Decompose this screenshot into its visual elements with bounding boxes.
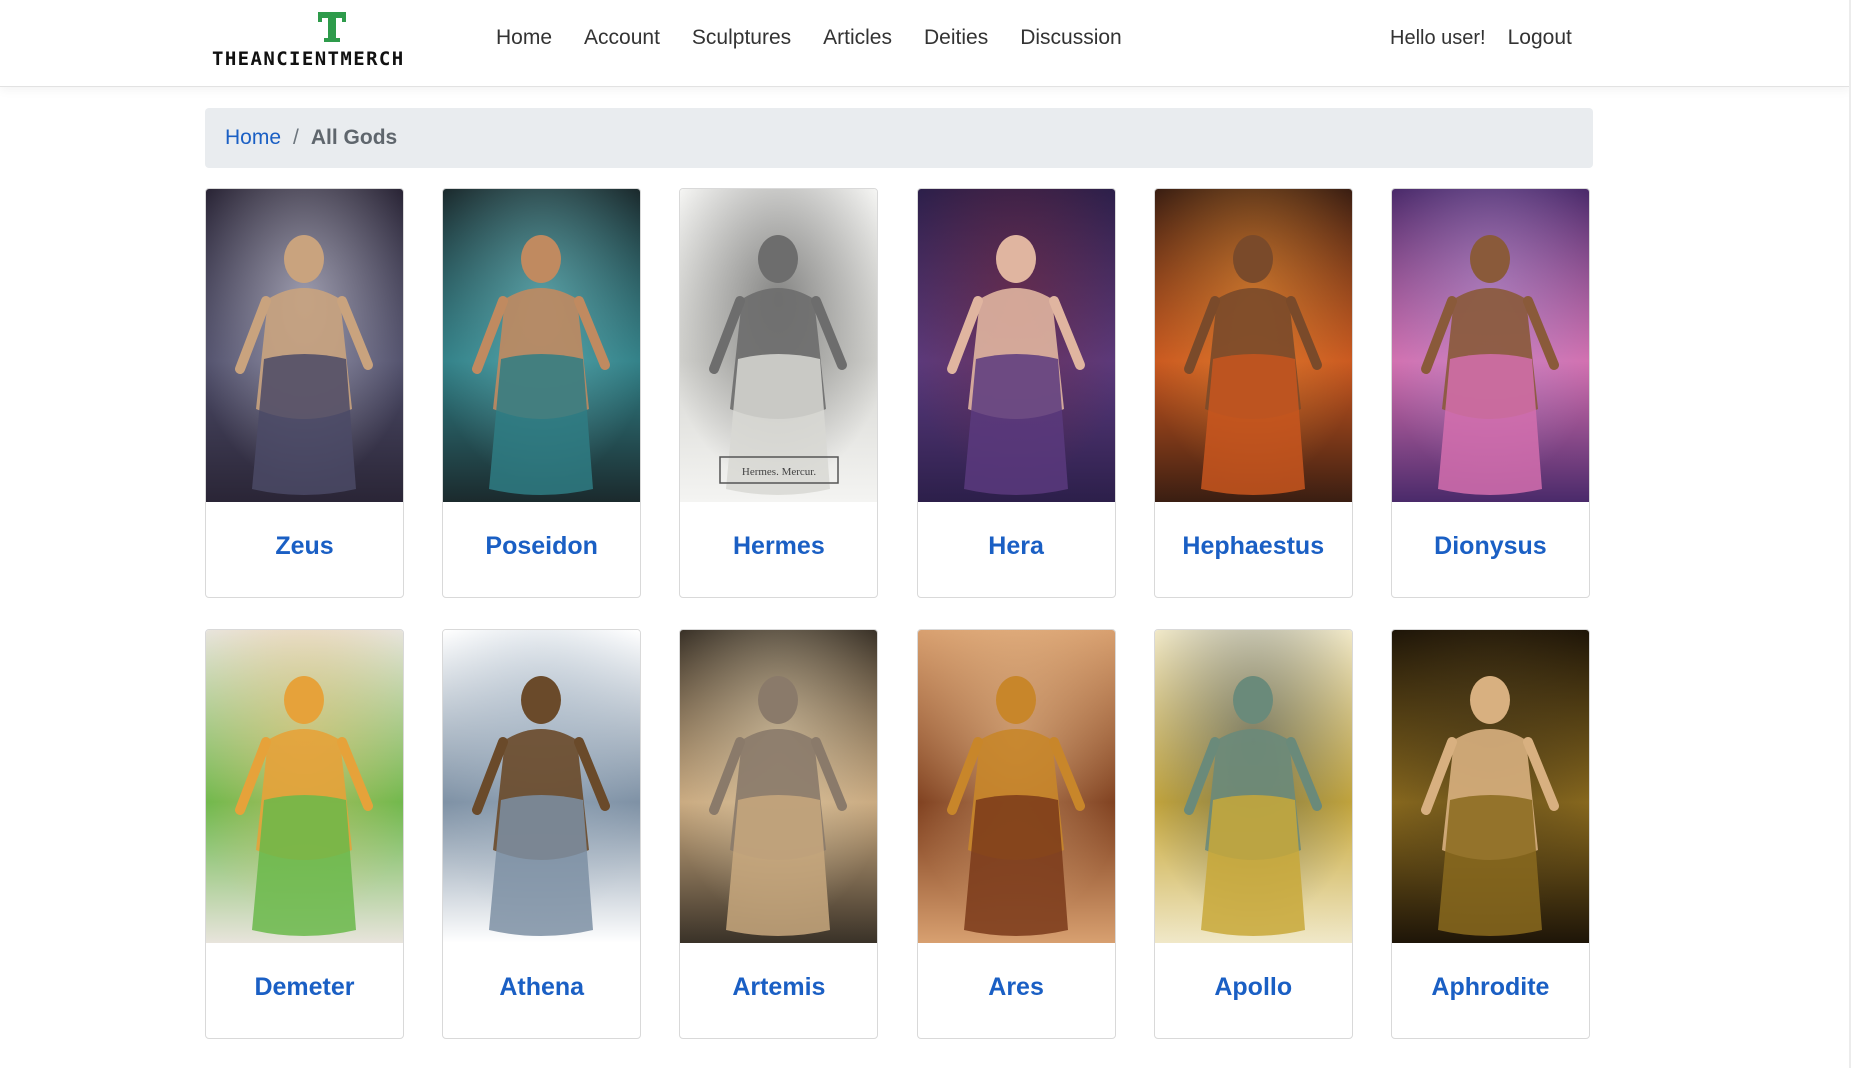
god-card-hephaestus[interactable]: Hephaestus [1153, 188, 1353, 598]
artemis-image[interactable] [680, 630, 878, 943]
nav-articles[interactable]: Articles [807, 24, 908, 52]
main-nav: Home Account Sculptures Articles Deities… [480, 24, 1138, 52]
nav-discussion[interactable]: Discussion [1004, 24, 1138, 52]
breadcrumb: Home / All Gods [205, 108, 1593, 168]
zeus-image-illustration [206, 189, 403, 502]
god-card-ares[interactable]: Ares [916, 629, 1116, 1039]
god-card-athena[interactable]: Athena [442, 629, 642, 1039]
ares-image[interactable] [917, 630, 1115, 943]
god-card-hermes[interactable]: Hermes. Mercur. Hermes [679, 188, 879, 598]
poseidon-image-illustration [443, 189, 641, 502]
aphrodite-image-illustration [1391, 630, 1589, 943]
god-name[interactable]: Apollo [1155, 943, 1352, 1038]
demeter-image-illustration [206, 630, 403, 943]
god-card-apollo[interactable]: Apollo [1153, 629, 1353, 1039]
god-name[interactable]: Artemis [680, 943, 877, 1038]
hephaestus-image-illustration [1154, 189, 1352, 502]
gods-grid: Zeus Poseidon Hermes. Mercur. Hermes Hera Hep… [205, 188, 1595, 1039]
user-area: Hello user! Logout [1390, 24, 1572, 52]
nav-home[interactable]: Home [480, 24, 568, 52]
logout-link[interactable]: Logout [1508, 24, 1572, 52]
god-card-demeter[interactable]: Demeter [205, 629, 404, 1039]
top-navbar: T THEANCIENTMERCH Home Account Sculpture… [0, 0, 1851, 87]
ares-image-illustration [917, 630, 1115, 943]
god-card-aphrodite[interactable]: Aphrodite [1390, 629, 1590, 1039]
apollo-image[interactable] [1154, 630, 1352, 943]
hermes-image[interactable]: Hermes. Mercur. [680, 189, 878, 502]
god-name[interactable]: Poseidon [443, 502, 640, 597]
demeter-image[interactable] [206, 630, 403, 943]
god-card-dionysus[interactable]: Dionysus [1390, 188, 1590, 598]
god-name[interactable]: Hephaestus [1155, 502, 1352, 597]
user-greeting: Hello user! [1390, 27, 1486, 49]
apollo-image-illustration [1154, 630, 1352, 943]
breadcrumb-home-link[interactable]: Home [225, 126, 281, 150]
god-name[interactable]: Zeus [206, 502, 403, 597]
breadcrumb-current: All Gods [310, 126, 398, 149]
poseidon-image[interactable] [443, 189, 641, 502]
athena-image-illustration [443, 630, 641, 943]
nav-account[interactable]: Account [568, 24, 676, 52]
god-card-hera[interactable]: Hera [916, 188, 1116, 598]
hera-image-illustration [917, 189, 1115, 502]
brand-name: THEANCIENTMERCH [212, 48, 405, 70]
zeus-image[interactable] [206, 189, 403, 502]
hera-image[interactable] [917, 189, 1115, 502]
hermes-caption: Hermes. Mercur. [742, 466, 816, 478]
god-card-zeus[interactable]: Zeus [205, 188, 404, 598]
artemis-image-illustration [680, 630, 878, 943]
god-name[interactable]: Demeter [206, 943, 403, 1038]
god-card-artemis[interactable]: Artemis [679, 629, 879, 1039]
hephaestus-image[interactable] [1154, 189, 1352, 502]
god-name[interactable]: Dionysus [1392, 502, 1589, 597]
athena-image[interactable] [443, 630, 641, 943]
god-name[interactable]: Hera [918, 502, 1115, 597]
aphrodite-image[interactable] [1391, 630, 1589, 943]
logo-mark-icon: T [318, 12, 346, 42]
brand-logo[interactable]: T THEANCIENTMERCH [212, 10, 452, 72]
god-name[interactable]: Aphrodite [1392, 943, 1589, 1038]
god-name[interactable]: Hermes [680, 502, 877, 597]
breadcrumb-separator: / [293, 126, 299, 149]
hermes-image-illustration: Hermes. Mercur. [680, 189, 878, 502]
god-name[interactable]: Ares [918, 943, 1115, 1038]
dionysus-image[interactable] [1391, 189, 1589, 502]
nav-deities[interactable]: Deities [908, 24, 1004, 52]
dionysus-image-illustration [1391, 189, 1589, 502]
nav-sculptures[interactable]: Sculptures [676, 24, 807, 52]
god-name[interactable]: Athena [443, 943, 640, 1038]
god-card-poseidon[interactable]: Poseidon [442, 188, 642, 598]
